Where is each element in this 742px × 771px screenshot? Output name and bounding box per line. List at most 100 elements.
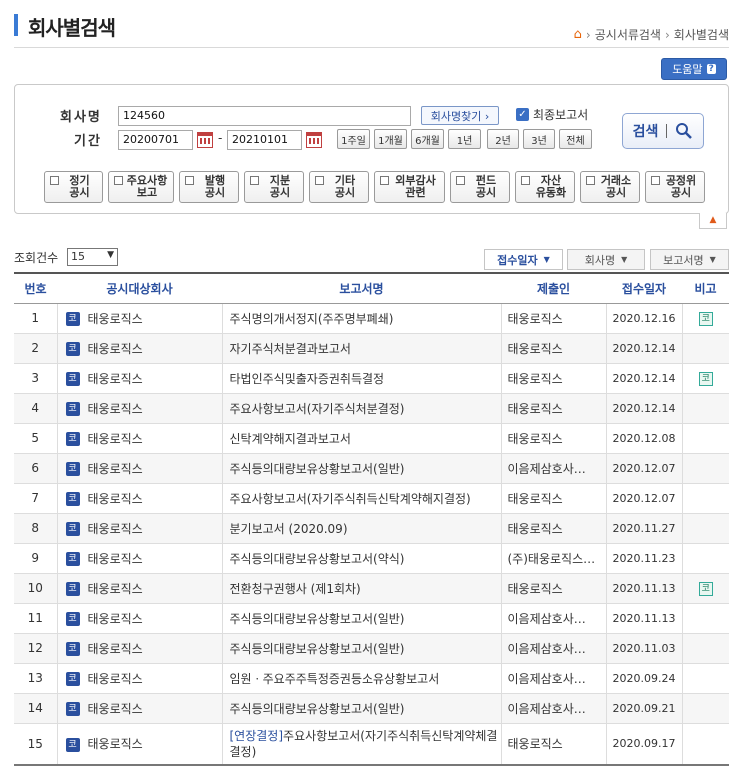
results-table: 번호 공시대상회사 보고서명 제출인 접수일자 비고 1 코 태웅로직스 주식명의개서… (14, 272, 729, 766)
market-badge-icon: 코 (65, 312, 80, 326)
kosdaq-note-icon[interactable]: 코 (698, 582, 713, 596)
calendar-icon[interactable] (306, 132, 322, 148)
company-cell: 코 태웅로직스 (56, 423, 222, 454)
report-link[interactable]: 주요사항보고서(자기주식취득신탁계약해지결정) (230, 492, 471, 506)
company-input[interactable]: 124560 (118, 106, 411, 126)
company-link[interactable]: 태웅로직스 (88, 702, 143, 716)
kosdaq-note-icon[interactable]: 코 (698, 372, 713, 386)
search-button[interactable]: 검색 (622, 113, 704, 149)
sort-by-date[interactable]: 접수일자 ▼ (484, 249, 563, 270)
table-row: 2 코 태웅로직스 자기주식처분결과보고서 태웅로직스 2020.12.14 (14, 333, 729, 364)
company-link[interactable]: 태웅로직스 (88, 552, 143, 566)
period-button-1w[interactable]: 1주일 (337, 129, 370, 149)
report-link[interactable]: 임원ㆍ주요주주특정증권등소유상황보고서 (230, 672, 440, 686)
company-link[interactable]: 태웅로직스 (88, 522, 143, 536)
report-cell: 주요사항보고서(자기주식처분결정) (221, 393, 501, 424)
company-link[interactable]: 태웅로직스 (88, 492, 143, 506)
category-checkbox[interactable] (521, 176, 530, 185)
kosdaq-note-icon[interactable]: 코 (698, 312, 713, 326)
period-button-all[interactable]: 전체 (559, 129, 592, 149)
report-cell: 자기주식처분결과보고서 (221, 333, 501, 364)
category-other[interactable]: 기타 공시 (309, 171, 369, 203)
company-link[interactable]: 태웅로직스 (88, 582, 143, 596)
period-label: 기간 (74, 134, 102, 149)
category-checkbox[interactable] (250, 176, 259, 185)
latest-report-checkbox[interactable]: ✓ (516, 108, 529, 121)
category-checkbox[interactable] (380, 176, 389, 185)
report-cell: 주식등의대량보유상황보고서(일반) (221, 603, 501, 634)
help-button[interactable]: 도움말 ? (661, 58, 727, 80)
company-link[interactable]: 태웅로직스 (88, 312, 143, 326)
category-audit[interactable]: 외부감사 관련 (374, 171, 445, 203)
breadcrumb-item-filings[interactable]: 공시서류검색 (595, 26, 661, 43)
company-link[interactable]: 태웅로직스 (88, 432, 143, 446)
market-badge-icon: 코 (65, 642, 80, 656)
table-row: 4 코 태웅로직스 주요사항보고서(자기주식처분결정) 태웅로직스 2020.12.14 (14, 393, 729, 424)
date-cell: 2020.09.17 (605, 723, 682, 766)
report-link[interactable]: 자기주식처분결과보고서 (230, 342, 351, 356)
category-fund[interactable]: 펀드 공시 (450, 171, 510, 203)
category-major[interactable]: 주요사항 보고 (108, 171, 174, 203)
period-button-1m[interactable]: 1개월 (374, 129, 407, 149)
period-button-6m[interactable]: 6개월 (411, 129, 444, 149)
home-icon[interactable]: ⌂ (574, 27, 582, 42)
report-link[interactable]: 신탁계약해지결과보고서 (230, 432, 351, 446)
category-equity[interactable]: 지분 공시 (244, 171, 304, 203)
category-checkbox[interactable] (315, 176, 324, 185)
company-link[interactable]: 태웅로직스 (88, 372, 143, 386)
report-link[interactable]: 주식명의개서정지(주주명부폐쇄) (230, 312, 394, 326)
company-link[interactable]: 태웅로직스 (88, 402, 143, 416)
company-link[interactable]: 태웅로직스 (88, 642, 143, 656)
note-cell (681, 603, 729, 634)
report-link[interactable]: 주식등의대량보유상황보고서(일반) (230, 642, 405, 656)
submitter-cell: 태웅로직스 (500, 303, 606, 334)
category-checkbox[interactable] (586, 176, 595, 185)
category-ftc[interactable]: 공정위 공시 (645, 171, 705, 203)
note-cell (681, 333, 729, 364)
date-to-input[interactable]: 20210101 (227, 130, 302, 150)
report-tag[interactable]: [연장결정] (230, 729, 284, 743)
divider (666, 124, 668, 138)
collapse-icon[interactable]: ▲ (699, 213, 727, 229)
company-cell: 코 태웅로직스 (56, 543, 222, 574)
category-periodic[interactable]: 정기 공시 (44, 171, 103, 203)
category-checkbox[interactable] (50, 176, 59, 185)
sort-by-report[interactable]: 보고서명 ▼ (650, 249, 729, 270)
calendar-icon[interactable] (197, 132, 213, 148)
report-link[interactable]: 주식등의대량보유상황보고서(일반) (230, 462, 405, 476)
breadcrumb-item-company[interactable]: 회사별검색 (674, 26, 729, 43)
column-header-note: 비고 (682, 272, 729, 304)
period-button-1y[interactable]: 1년 (448, 129, 481, 149)
count-select[interactable]: 15 (67, 248, 118, 266)
date-from-input[interactable]: 20200701 (118, 130, 193, 150)
note-cell (681, 723, 729, 766)
report-cell: 주식등의대량보유상황보고서(일반) (221, 693, 501, 724)
company-link[interactable]: 태웅로직스 (88, 612, 143, 626)
find-company-button[interactable]: 회사명찾기 › (421, 106, 499, 125)
market-badge-icon: 코 (65, 702, 80, 716)
report-link[interactable]: 주요사항보고서(자기주식처분결정) (230, 402, 405, 416)
search-panel: 회사명 124560 회사명찾기 › ✓ 최종보고서 기간 20200701 -… (14, 84, 729, 214)
category-checkbox[interactable] (456, 176, 465, 185)
category-checkbox[interactable] (185, 176, 194, 185)
company-link[interactable]: 태웅로직스 (88, 462, 143, 476)
category-issuance[interactable]: 발행 공시 (179, 171, 239, 203)
period-button-2y[interactable]: 2년 (487, 129, 519, 149)
report-link[interactable]: 타법인주식및출자증권취득결정 (230, 372, 385, 386)
market-badge-icon: 코 (65, 522, 80, 536)
company-link[interactable]: 태웅로직스 (88, 737, 143, 751)
report-link[interactable]: 주식등의대량보유상황보고서(약식) (230, 552, 405, 566)
category-checkbox[interactable] (651, 176, 660, 185)
category-abs[interactable]: 자산 유동화 (515, 171, 575, 203)
sort-by-company[interactable]: 회사명 ▼ (567, 249, 645, 270)
category-exchange[interactable]: 거래소 공시 (580, 171, 640, 203)
report-link[interactable]: 주식등의대량보유상황보고서(일반) (230, 612, 405, 626)
report-link[interactable]: 분기보고서 (2020.09) (230, 522, 348, 536)
report-link[interactable]: 주식등의대량보유상황보고서(일반) (230, 702, 405, 716)
category-checkbox[interactable] (114, 176, 123, 185)
period-button-3y[interactable]: 3년 (523, 129, 555, 149)
report-link[interactable]: 전환청구권행사 (제1회차) (230, 582, 361, 596)
company-link[interactable]: 태웅로직스 (88, 672, 143, 686)
company-link[interactable]: 태웅로직스 (88, 342, 143, 356)
submitter-cell: 태웅로직스 (500, 393, 606, 424)
